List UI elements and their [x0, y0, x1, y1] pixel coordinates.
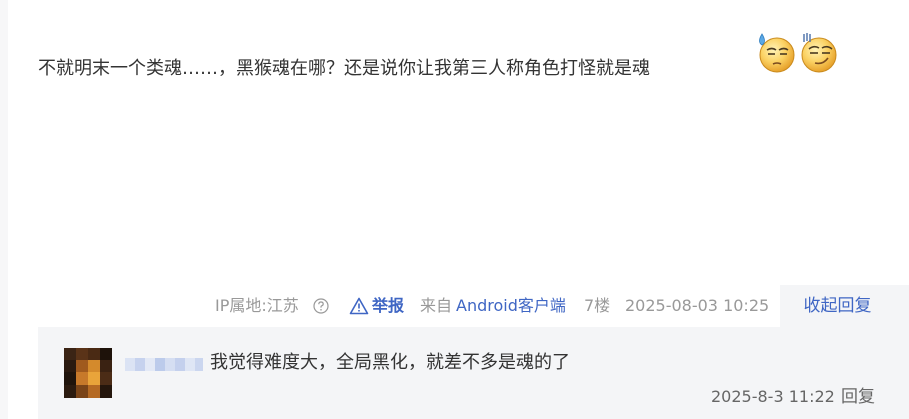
post-timestamp: 2025-08-03 10:25: [625, 296, 770, 315]
post-meta-bar: IP属地:江苏 举报 来自 Android客户端 7楼 2025-08-03 1…: [0, 293, 780, 319]
sweat-emoji-icon: [753, 30, 797, 74]
smirk-emoji-icon: [797, 30, 841, 74]
reply-item: 我觉得难度大，全局黑化，就差不多是魂的了 2025-8-3 11:22 回复: [38, 327, 909, 419]
warning-icon[interactable]: [349, 297, 369, 315]
left-edge-strip: [0, 0, 8, 419]
avatar[interactable]: [64, 348, 112, 398]
reply-button[interactable]: 回复: [841, 385, 875, 409]
report-link[interactable]: 举报: [372, 293, 404, 319]
reply-text: 我觉得难度大，全局黑化，就差不多是魂的了: [210, 352, 570, 373]
post-content: 不就明末一个类魂……，黑猴魂在哪？还是说你让我第三人称角色打怪就是魂: [38, 58, 650, 79]
source-prefix: 来自: [420, 296, 453, 315]
client-link[interactable]: Android客户端: [456, 293, 566, 319]
post-page: 不就明末一个类魂……，黑猴魂在哪？还是说你让我第三人称角色打怪就是魂 IP属地:…: [0, 0, 909, 419]
reply-username-blurred[interactable]: [125, 356, 203, 373]
floor-number: 7楼: [584, 296, 611, 315]
help-icon[interactable]: [313, 298, 329, 314]
collapse-replies-button[interactable]: 收起回复: [780, 285, 909, 327]
ip-location: IP属地:江苏: [215, 296, 299, 315]
reply-timestamp: 2025-8-3 11:22: [711, 387, 835, 406]
collapse-replies-label: 收起回复: [803, 296, 872, 316]
